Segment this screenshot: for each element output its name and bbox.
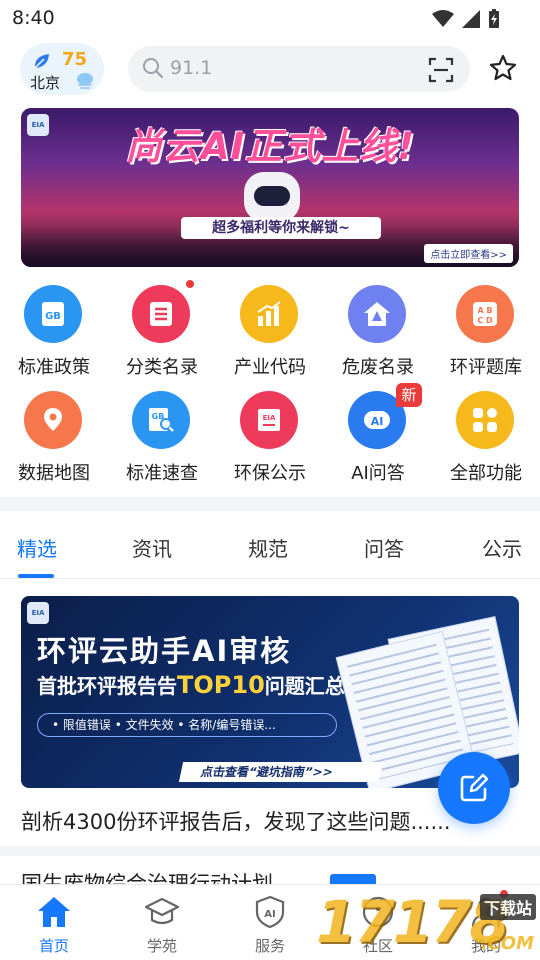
article-title[interactable]: 剖析4300份环评报告后，发现了这些问题...... (21, 806, 451, 836)
status-time: 8:40 (12, 7, 55, 29)
grid-item-eia-public-notice[interactable]: EIA 环保公示 (216, 388, 324, 488)
nav-academy[interactable]: 学苑 (108, 885, 216, 960)
svg-text:GB: GB (45, 311, 61, 322)
article-cover-subtitle: 首批环评报告告TOP10问题汇总 (37, 670, 345, 699)
banner-cta[interactable]: 点击立即查看>> (424, 244, 513, 263)
nav-label: 社区 (362, 937, 393, 955)
search-placeholder: 91.1 (170, 57, 213, 79)
banner-subtitle: 超多福利等你来解锁~ (181, 217, 381, 239)
content-tabs: 精选 资讯 规范 问答 公示 (0, 511, 540, 579)
robot-illustration (244, 172, 300, 222)
home-icon (38, 897, 70, 927)
hazard-house-icon (348, 285, 406, 343)
article-cover-title: 环评云助手AI审核 (37, 634, 292, 668)
nav-label: 首页 (38, 937, 69, 955)
grid-item-eia-question-bank[interactable]: A BC D 环评题库 (432, 282, 540, 382)
svg-text:EIA: EIA (263, 414, 276, 422)
article-cover-tags: • 限值错误 • 文件失效 • 名称/编号错误... (37, 713, 337, 737)
weather-icon (77, 73, 93, 89)
gb-search-icon: GB (132, 391, 190, 449)
nav-label: 服务 (254, 937, 285, 955)
tab-qa[interactable]: 问答 (364, 533, 404, 562)
grid-label: 标准政策 (18, 357, 90, 378)
app-screen: 8:40 75 北京 91.1 EIA 尚云AI正式上线! 超多福利等你来解锁~… (0, 0, 540, 960)
ai-shield-icon: AI (255, 895, 285, 929)
status-bar: 8:40 (0, 0, 540, 38)
grid-item-standard-lookup[interactable]: GB 标准速查 (108, 388, 216, 488)
article-cover-cta: 点击查看“避坑指南”>> (178, 762, 384, 782)
svg-text:AI: AI (371, 415, 384, 428)
abcd-icon: A BC D (456, 285, 514, 343)
grid-label: AI问答 (351, 463, 405, 484)
subtitle-highlight: TOP10 (177, 671, 265, 699)
grid-label: 标准速查 (126, 463, 198, 484)
profile-notification-dot (500, 890, 508, 898)
bottom-nav: 首页 学苑 AI 服务 社区 我的 (0, 884, 540, 960)
grid-label: 产业代码 (234, 357, 306, 378)
bar-chart-icon (240, 285, 298, 343)
scan-icon[interactable] (428, 57, 454, 83)
battery-icon (489, 9, 499, 28)
graduation-cap-icon (144, 897, 180, 925)
active-tab-indicator (18, 574, 54, 578)
search-bar[interactable]: 91.1 (128, 46, 470, 92)
apps-icon (456, 391, 514, 449)
svg-text:C D: C D (477, 316, 493, 325)
section-divider (0, 497, 540, 511)
leaf-icon (34, 54, 49, 69)
grid-label: 环评题库 (450, 357, 522, 378)
list-icon (132, 285, 190, 343)
tab-featured[interactable]: 精选 (17, 533, 57, 562)
grid-label: 环保公示 (234, 463, 306, 484)
nav-profile[interactable]: 我的 (432, 885, 540, 960)
promo-banner[interactable]: EIA 尚云AI正式上线! 超多福利等你来解锁~ 点击立即查看>> (21, 108, 519, 267)
subtitle-prefix: 首批环评报告告 (37, 674, 177, 698)
grid-label: 全部功能 (450, 463, 522, 484)
subtitle-suffix: 问题汇总 (264, 674, 345, 698)
grid-label: 数据地图 (18, 463, 90, 484)
section-divider (0, 846, 540, 856)
banner-title: 尚云AI正式上线! (124, 125, 416, 168)
nav-label: 我的 (470, 937, 501, 955)
nav-community[interactable]: 社区 (324, 885, 432, 960)
star-icon[interactable] (489, 54, 517, 82)
svg-text:A B: A B (477, 306, 492, 315)
gb-document-icon: GB (24, 285, 82, 343)
grid-item-industry-code[interactable]: 产业代码 (216, 282, 324, 382)
compose-button[interactable] (438, 752, 510, 824)
grid-label: 危废名录 (342, 357, 414, 378)
grid-item-all-functions[interactable]: 全部功能 (432, 388, 540, 488)
nav-services[interactable]: AI 服务 (216, 885, 324, 960)
tab-specs[interactable]: 规范 (248, 533, 288, 562)
svg-text:AI: AI (264, 909, 275, 920)
grid-item-data-map[interactable]: 数据地图 (0, 388, 108, 488)
tab-news[interactable]: 资讯 (132, 533, 172, 562)
article-logo: EIA (27, 602, 49, 624)
search-icon (143, 58, 164, 79)
nav-home[interactable]: 首页 (0, 885, 108, 960)
article-cover-image[interactable]: EIA 环评云助手AI审核 首批环评报告告TOP10问题汇总 • 限值错误 • … (21, 596, 519, 788)
eia-board-icon: EIA (240, 391, 298, 449)
edit-icon (460, 773, 489, 802)
new-badge: 新 (396, 383, 422, 407)
grid-label: 分类名录 (126, 357, 198, 378)
grid-item-standards-policy[interactable]: GB 标准政策 (0, 282, 108, 382)
city-label: 北京 (30, 74, 61, 92)
user-icon (471, 897, 501, 928)
tab-notices[interactable]: 公示 (482, 533, 522, 562)
nav-label: 学苑 (146, 937, 177, 955)
grid-item-category-directory[interactable]: 分类名录 (108, 282, 216, 382)
signal-icon (462, 10, 480, 28)
community-icon (362, 896, 394, 928)
status-icons (432, 9, 500, 29)
wifi-icon (432, 10, 454, 27)
aqi-value: 75 (62, 49, 88, 70)
notification-dot (186, 280, 194, 288)
aqi-weather-widget[interactable]: 75 北京 (20, 43, 104, 95)
grid-item-hazardous-waste[interactable]: 危废名录 (324, 282, 432, 382)
map-pin-icon (24, 391, 82, 449)
